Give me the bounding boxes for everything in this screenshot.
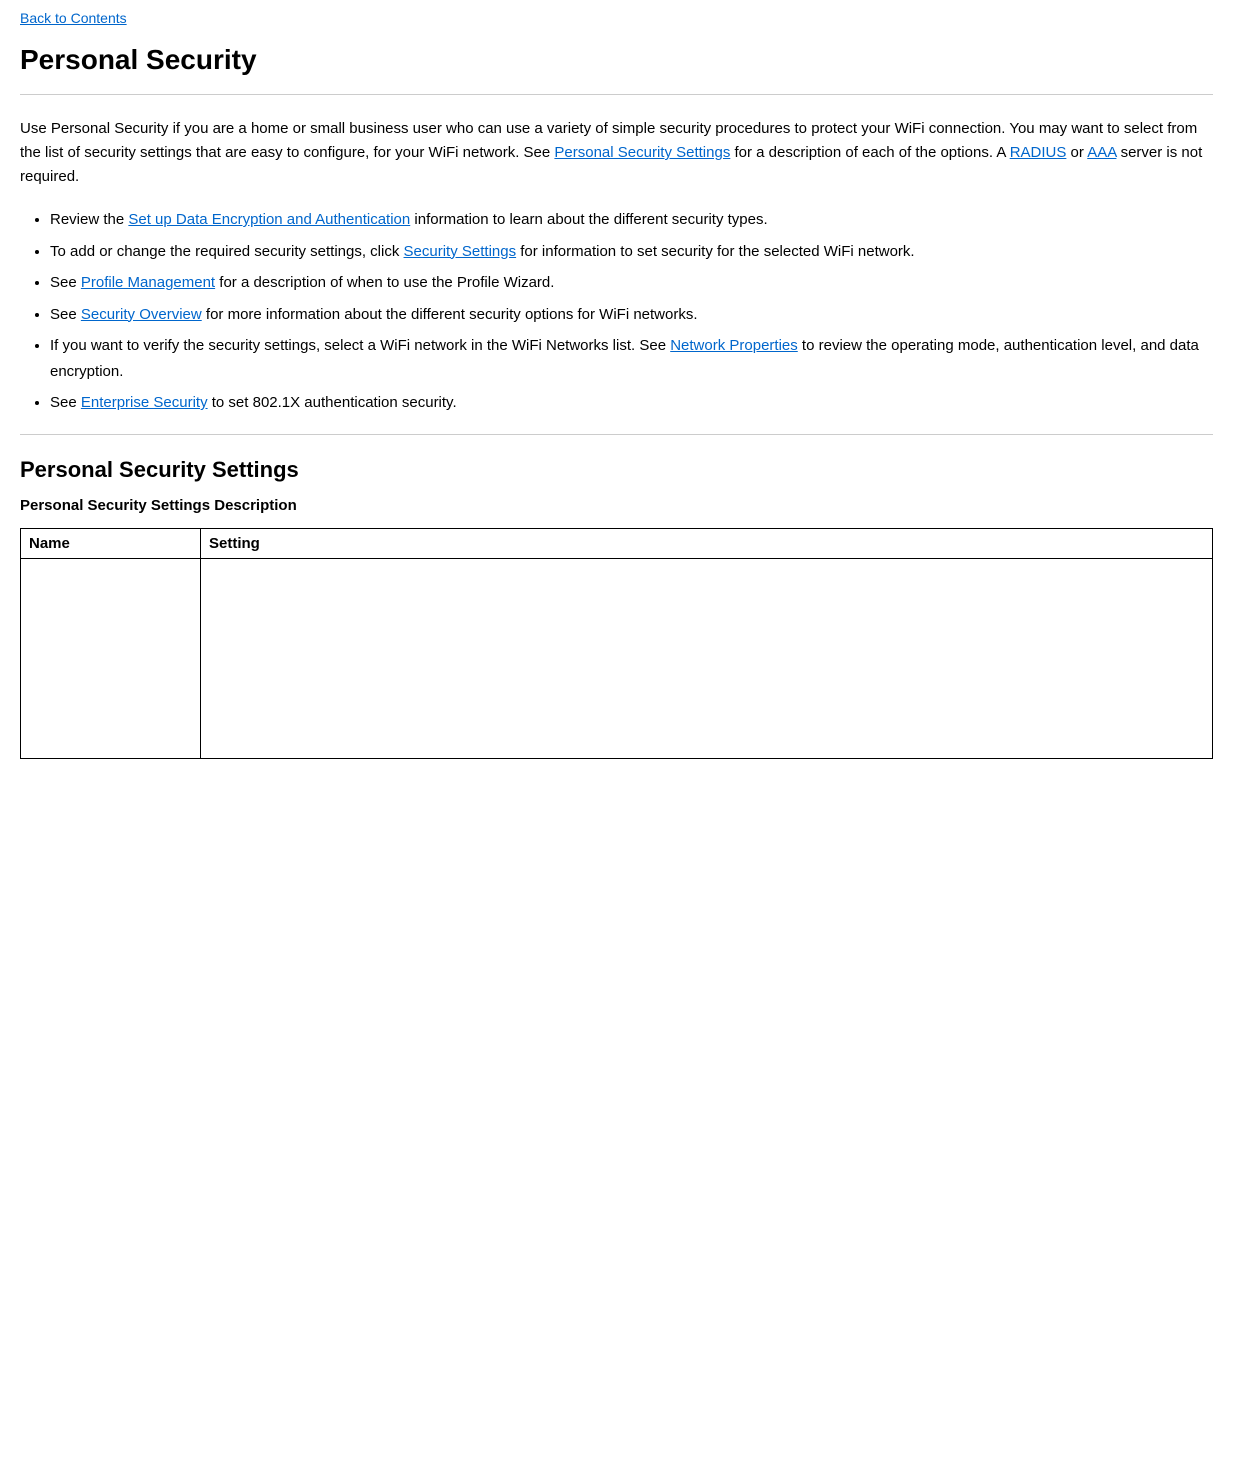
table-row <box>21 558 1213 758</box>
subsection-title: Personal Security Settings Description <box>20 497 1213 514</box>
intro-paragraph: Use Personal Security if you are a home … <box>20 117 1213 189</box>
list-item: Review the Set up Data Encryption and Au… <box>50 207 1213 233</box>
security-overview-link[interactable]: Security Overview <box>81 306 202 323</box>
page-title: Personal Security <box>20 44 1213 76</box>
aaa-link[interactable]: AAA <box>1087 144 1116 161</box>
bullet-list: Review the Set up Data Encryption and Au… <box>50 207 1213 416</box>
radius-link[interactable]: RADIUS <box>1010 144 1067 161</box>
table-cell-setting <box>201 558 1213 758</box>
back-to-contents-link[interactable]: Back to Contents <box>20 10 1213 26</box>
top-divider <box>20 94 1213 95</box>
table-header-name: Name <box>21 528 201 558</box>
personal-security-settings-link[interactable]: Personal Security Settings <box>554 144 730 161</box>
list-item: See Security Overview for more informati… <box>50 302 1213 328</box>
middle-divider <box>20 434 1213 435</box>
settings-table: Name Setting <box>20 528 1213 759</box>
network-properties-link[interactable]: Network Properties <box>670 337 798 354</box>
enterprise-security-link[interactable]: Enterprise Security <box>81 394 208 411</box>
security-settings-link[interactable]: Security Settings <box>404 243 517 260</box>
section2-title: Personal Security Settings <box>20 457 1213 483</box>
table-header-setting: Setting <box>201 528 1213 558</box>
list-item: See Enterprise Security to set 802.1X au… <box>50 390 1213 416</box>
list-item: To add or change the required security s… <box>50 239 1213 265</box>
table-cell-name <box>21 558 201 758</box>
profile-management-link[interactable]: Profile Management <box>81 274 215 291</box>
list-item: If you want to verify the security setti… <box>50 333 1213 384</box>
list-item: See Profile Management for a description… <box>50 270 1213 296</box>
set-up-data-encryption-link[interactable]: Set up Data Encryption and Authenticatio… <box>128 211 410 228</box>
